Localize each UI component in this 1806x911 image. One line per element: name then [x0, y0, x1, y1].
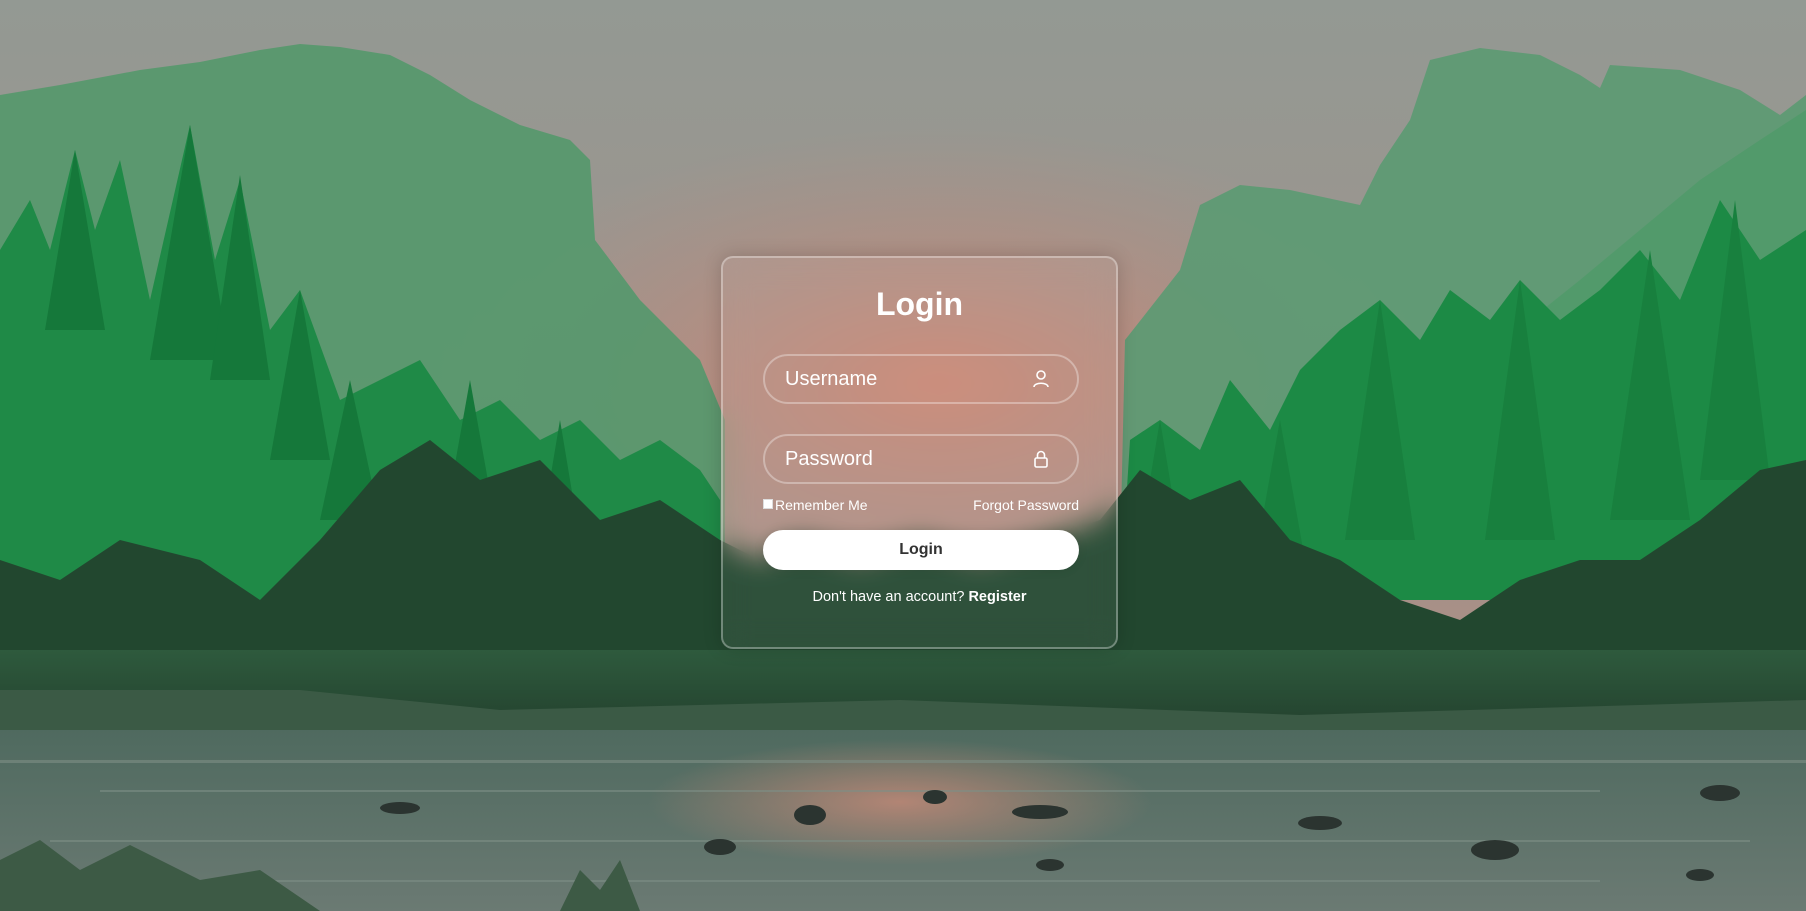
- login-button[interactable]: Login: [763, 530, 1079, 570]
- remember-me-label[interactable]: Remember Me: [763, 497, 868, 513]
- forgot-password-link[interactable]: Forgot Password: [973, 497, 1079, 513]
- register-link[interactable]: Register: [968, 589, 1026, 605]
- remember-me-text: Remember Me: [775, 497, 868, 513]
- user-icon: [1033, 370, 1049, 388]
- login-card: Login Remember Me Forgot Password Login …: [721, 256, 1118, 649]
- login-title: Login: [875, 286, 964, 322]
- register-prompt: Don't have an account?: [812, 589, 969, 605]
- username-field-wrapper: [763, 354, 1079, 404]
- register-row: Don't have an account? Register: [723, 589, 1116, 605]
- remember-me-checkbox[interactable]: [763, 499, 773, 509]
- password-field-wrapper: [763, 434, 1079, 484]
- lock-icon: [1034, 450, 1048, 468]
- remember-forgot-row: Remember Me Forgot Password: [763, 497, 1079, 515]
